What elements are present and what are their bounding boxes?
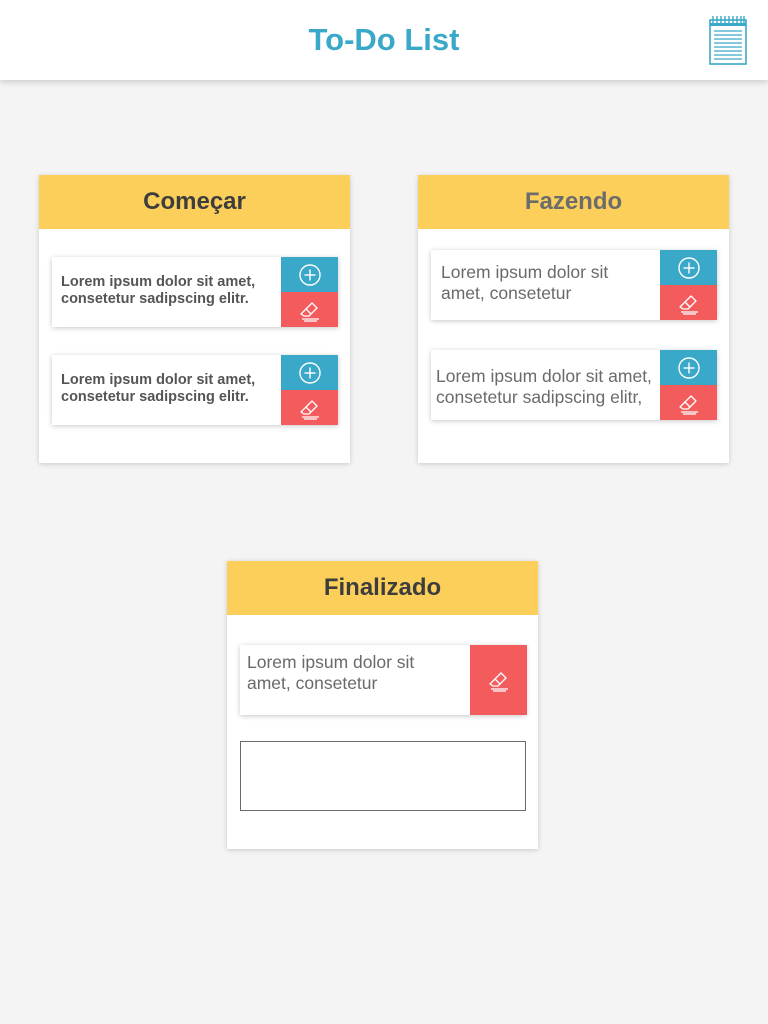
- add-button[interactable]: [660, 350, 717, 385]
- delete-button[interactable]: [660, 385, 717, 420]
- column-title: Fazendo: [418, 175, 729, 229]
- task-text: Lorem ipsum dolor sit amet, consetetur: [247, 652, 415, 693]
- app-title: To-Do List: [308, 22, 460, 57]
- column-fazendo: Fazendo Lorem ipsum dolor sit amet, cons…: [418, 175, 729, 463]
- task-text: Lorem ipsum dolor sit amet, consetetur s…: [61, 372, 256, 405]
- new-task-input[interactable]: [240, 741, 526, 811]
- delete-button[interactable]: [660, 285, 717, 320]
- task-text: Lorem ipsum dolor sit amet, consetetur: [441, 262, 609, 303]
- task-card[interactable]: Lorem ipsum dolor sit amet, consetetur s…: [52, 355, 338, 425]
- delete-button[interactable]: [470, 645, 527, 715]
- delete-button[interactable]: [281, 390, 338, 425]
- add-icon: [677, 356, 701, 380]
- eraser-icon: [297, 297, 323, 323]
- task-card[interactable]: Lorem ipsum dolor sit amet, consetetur s…: [52, 257, 338, 327]
- add-button[interactable]: [281, 355, 338, 390]
- top-bar: To-Do List: [0, 0, 768, 80]
- column-title: Começar: [39, 175, 350, 229]
- task-card[interactable]: Lorem ipsum dolor sit amet, consetetur s…: [431, 350, 717, 420]
- add-button[interactable]: [660, 250, 717, 285]
- eraser-icon: [297, 395, 323, 421]
- notepad-icon[interactable]: [708, 14, 748, 66]
- column-comecar: Começar Lorem ipsum dolor sit amet, cons…: [39, 175, 350, 463]
- eraser-icon: [676, 390, 702, 416]
- add-icon: [298, 361, 322, 385]
- add-icon: [677, 256, 701, 280]
- task-text: Lorem ipsum dolor sit amet, consetetur s…: [61, 274, 256, 307]
- eraser-icon: [676, 290, 702, 316]
- task-card[interactable]: Lorem ipsum dolor sit amet, consetetur: [431, 250, 717, 320]
- eraser-icon: [486, 667, 512, 693]
- add-icon: [298, 263, 322, 287]
- column-title: Finalizado: [227, 561, 538, 615]
- delete-button[interactable]: [281, 292, 338, 327]
- add-button[interactable]: [281, 257, 338, 292]
- task-text: Lorem ipsum dolor sit amet, consetetur s…: [436, 366, 652, 407]
- task-card[interactable]: Lorem ipsum dolor sit amet, consetetur: [240, 645, 527, 715]
- column-finalizado: Finalizado Lorem ipsum dolor sit amet, c…: [227, 561, 538, 849]
